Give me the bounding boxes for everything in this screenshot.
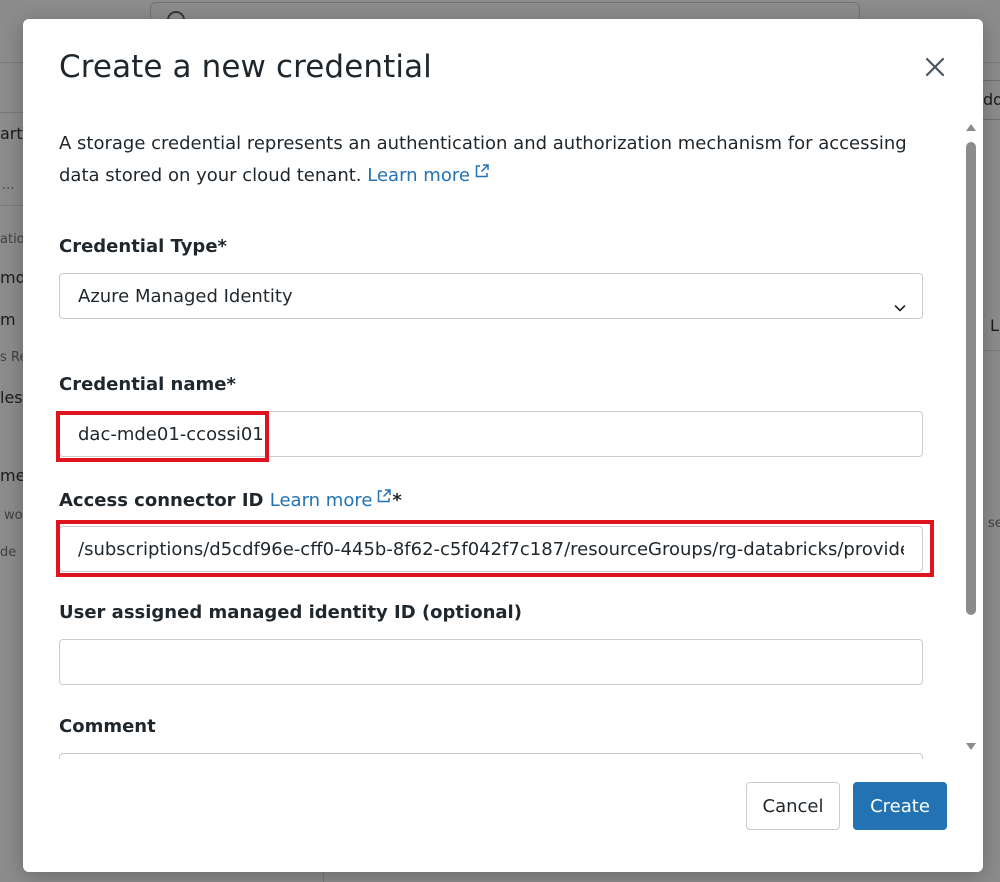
dialog-scrollbar[interactable] (963, 119, 979, 759)
learn-more-link[interactable]: Learn more (367, 164, 490, 186)
credential-type-value: Azure Managed Identity (78, 286, 293, 307)
create-button[interactable]: Create (853, 782, 947, 830)
comment-label: Comment (59, 716, 156, 737)
credential-name-label: Credential name* (59, 374, 236, 395)
managed-identity-id-label: User assigned managed identity ID (optio… (59, 602, 522, 623)
scroll-down-arrow-icon[interactable] (964, 741, 978, 753)
scroll-up-arrow-icon[interactable] (964, 121, 978, 133)
close-button[interactable] (919, 51, 951, 83)
chevron-down-icon (892, 289, 908, 312)
external-link-icon (376, 488, 392, 504)
cancel-button[interactable]: Cancel (746, 782, 840, 830)
credential-type-label: Credential Type* (59, 236, 227, 257)
managed-identity-id-input[interactable] (59, 639, 923, 685)
dialog-scroll-area[interactable]: A storage credential represents an authe… (23, 119, 963, 759)
scrollbar-thumb[interactable] (966, 142, 976, 615)
external-link-icon (474, 159, 490, 178)
create-credential-dialog: Create a new credential A storage creden… (23, 19, 983, 872)
access-connector-id-label: Access connector ID Learn more * (59, 488, 402, 511)
dialog-description: A storage credential represents an authe… (59, 129, 919, 191)
credential-type-select[interactable]: Azure Managed Identity (59, 273, 923, 319)
credential-name-input[interactable] (59, 411, 923, 457)
dialog-title: Create a new credential (59, 49, 432, 85)
close-icon (925, 57, 945, 77)
access-connector-id-input[interactable] (59, 526, 923, 572)
access-connector-learn-more-link[interactable]: Learn more (270, 488, 393, 511)
